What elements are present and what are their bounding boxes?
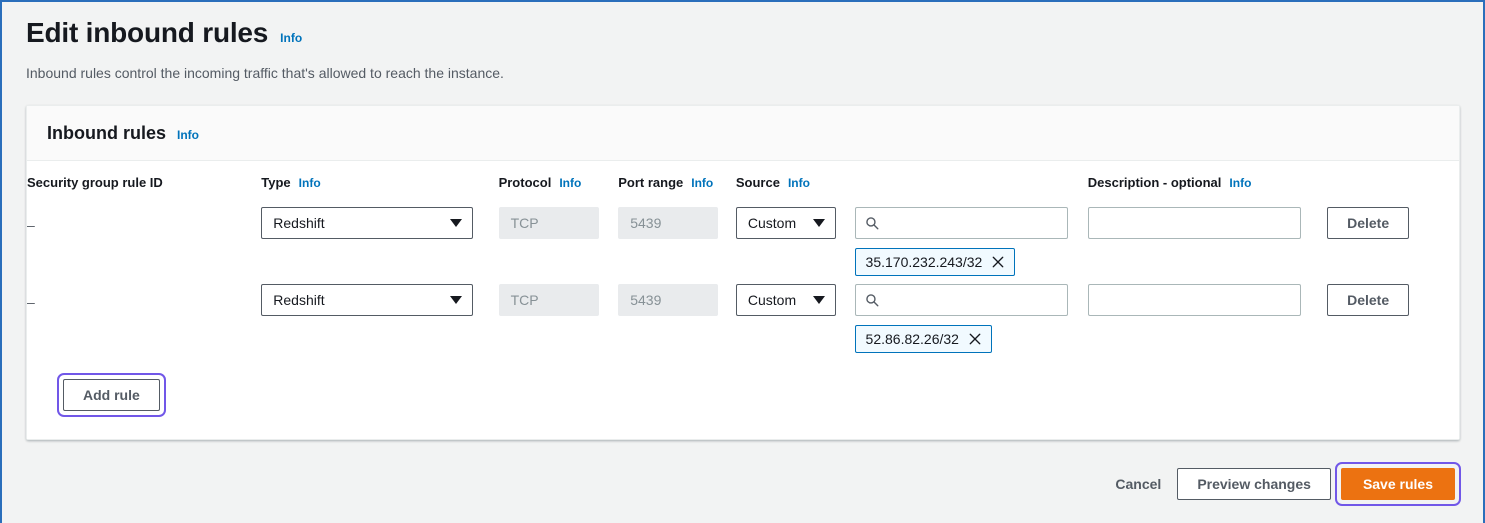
port-range-field: 5439	[618, 283, 719, 316]
type-select[interactable]: Redshift	[261, 283, 474, 316]
table-row: – Redshift TCP 5439	[27, 199, 1459, 276]
chevron-down-icon	[450, 295, 463, 304]
card-title: Inbound rules	[47, 123, 166, 143]
inbound-rules-card: Inbound rules Info Security group rule I…	[26, 105, 1460, 440]
column-header-protocol-label: Protocol	[498, 175, 552, 190]
port-range-info-link[interactable]: Info	[691, 176, 713, 190]
cell-type: Redshift	[261, 199, 498, 276]
column-header-description-label: Description - optional	[1087, 175, 1222, 190]
cell-source: Custom	[735, 276, 855, 353]
cidr-token: 52.86.82.26/32	[854, 324, 992, 353]
source-select-value: Custom	[747, 291, 797, 308]
chevron-down-icon	[812, 295, 825, 304]
source-select[interactable]: Custom	[735, 206, 836, 239]
card-header: Inbound rules Info	[27, 106, 1459, 161]
chevron-down-icon	[812, 218, 825, 227]
source-select[interactable]: Custom	[735, 283, 836, 316]
page-title-info-link[interactable]: Info	[280, 31, 302, 45]
cell-actions: Delete	[1327, 276, 1459, 353]
column-header-rule-id-label: Security group rule ID	[27, 175, 163, 190]
column-header-source-value	[855, 161, 1088, 199]
preview-changes-button[interactable]: Preview changes	[1177, 468, 1331, 500]
title-row: Edit inbound rules Info	[26, 16, 1459, 50]
add-rule-container: Add rule	[27, 353, 1459, 417]
cell-port-range: 5439	[618, 276, 736, 353]
cell-protocol: TCP	[498, 199, 619, 276]
table-header-row: Security group rule ID Type Info Protocol…	[27, 161, 1459, 199]
cancel-button[interactable]: Cancel	[1103, 468, 1173, 500]
cell-description	[1087, 276, 1327, 353]
source-search-input[interactable]	[854, 283, 1068, 316]
source-search-wrap	[854, 206, 1068, 239]
protocol-info-link[interactable]: Info	[559, 176, 581, 190]
delete-rule-button[interactable]: Delete	[1327, 206, 1410, 239]
cell-rule-id: –	[27, 199, 261, 276]
column-header-type-label: Type	[261, 175, 291, 190]
card-body: Security group rule ID Type Info Protocol…	[27, 161, 1459, 439]
port-range-field: 5439	[618, 206, 719, 239]
cidr-token: 35.170.232.243/32	[854, 247, 1016, 276]
add-rule-focus-ring: Add rule	[57, 372, 166, 417]
source-info-link[interactable]: Info	[788, 176, 810, 190]
type-select[interactable]: Redshift	[261, 206, 474, 239]
close-icon[interactable]	[991, 255, 1005, 269]
cidr-token-label: 35.170.232.243/32	[865, 253, 983, 270]
type-select-value: Redshift	[273, 291, 325, 308]
column-header-source-label: Source	[735, 175, 780, 190]
column-header-rule-id: Security group rule ID	[27, 161, 261, 199]
type-info-link[interactable]: Info	[299, 176, 321, 190]
footer-actions: Cancel Preview changes Save rules	[2, 462, 1483, 506]
source-search-wrap	[854, 283, 1068, 316]
cell-port-range: 5439	[618, 199, 736, 276]
cell-rule-id: –	[27, 276, 261, 353]
cell-description	[1087, 199, 1327, 276]
protocol-field: TCP	[498, 206, 599, 239]
close-icon[interactable]	[968, 332, 982, 346]
add-rule-button[interactable]: Add rule	[63, 378, 160, 411]
rule-id-value: –	[27, 293, 35, 310]
column-header-actions	[1327, 161, 1459, 199]
delete-rule-button[interactable]: Delete	[1327, 283, 1410, 316]
inbound-rules-table: Security group rule ID Type Info Protocol…	[27, 161, 1459, 353]
description-input[interactable]	[1087, 283, 1301, 316]
page-header: Edit inbound rules Info Inbound rules co…	[2, 2, 1483, 83]
page-title: Edit inbound rules	[26, 17, 269, 48]
column-header-description: Description - optional Info	[1088, 161, 1327, 199]
cell-actions: Delete	[1327, 199, 1459, 276]
save-rules-button[interactable]: Save rules	[1340, 468, 1455, 500]
column-header-port-range-label: Port range	[618, 175, 684, 190]
source-search-input[interactable]	[854, 206, 1068, 239]
column-header-source: Source Info	[736, 161, 855, 199]
column-header-port-range: Port range Info	[618, 161, 736, 199]
page-description: Inbound rules control the incoming traff…	[26, 64, 504, 81]
cell-source-value: 52.86.82.26/32	[854, 276, 1088, 353]
protocol-field: TCP	[498, 283, 599, 316]
column-header-protocol: Protocol Info	[499, 161, 619, 199]
rule-id-value: –	[27, 216, 35, 233]
edit-inbound-rules-page: Edit inbound rules Info Inbound rules co…	[2, 2, 1483, 523]
table-row: – Redshift TCP 5439	[27, 276, 1459, 353]
type-select-value: Redshift	[273, 214, 325, 231]
cell-source: Custom	[735, 199, 855, 276]
source-select-value: Custom	[747, 214, 797, 231]
cell-type: Redshift	[261, 276, 498, 353]
cidr-token-label: 52.86.82.26/32	[865, 330, 959, 347]
cell-source-value: 35.170.232.243/32	[854, 199, 1088, 276]
save-rules-focus-ring: Save rules	[1334, 462, 1461, 506]
description-input[interactable]	[1087, 206, 1301, 239]
column-header-type: Type Info	[261, 161, 498, 199]
card-title-info-link[interactable]: Info	[177, 128, 199, 142]
cell-protocol: TCP	[498, 276, 619, 353]
chevron-down-icon	[450, 218, 463, 227]
description-info-link[interactable]: Info	[1229, 176, 1251, 190]
